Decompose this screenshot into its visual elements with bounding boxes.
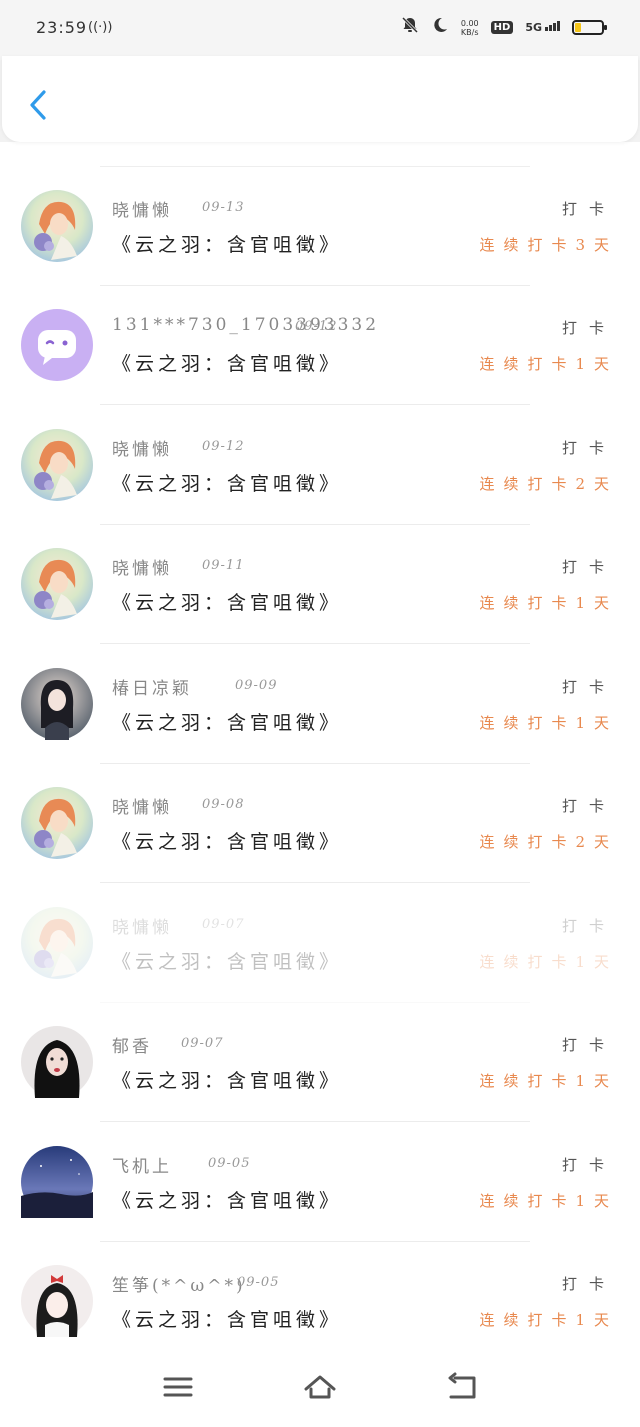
- streak-label: 连续打卡1天: [479, 1311, 618, 1329]
- book-title: 《云之羽：含官咀徵》: [112, 831, 343, 853]
- menu-button[interactable]: [161, 1372, 195, 1402]
- checkin-date: 09-11: [202, 558, 245, 573]
- book-title: 《云之羽：含官咀徵》: [112, 234, 343, 256]
- avatar[interactable]: [21, 309, 93, 381]
- speed-unit: KB/s: [460, 27, 479, 37]
- streak-label: 连续打卡1天: [479, 953, 618, 971]
- list-item[interactable]: 晓慵懒 09-13 《云之羽：含官咀徵》 打卡连续打卡3天: [0, 142, 640, 286]
- checkin-label: 打卡: [561, 319, 616, 337]
- chevron-left-icon: [30, 90, 46, 120]
- list-item[interactable]: 晓慵懒 09-08 《云之羽：含官咀徵》 打卡连续打卡2天: [0, 739, 640, 883]
- hotspot-icon: ((·)): [88, 20, 113, 35]
- bell-mute-icon: [401, 16, 419, 39]
- streak-label: 连续打卡2天: [479, 833, 618, 851]
- book-title: 《云之羽：含官咀徵》: [112, 353, 343, 375]
- list-item[interactable]: 晓慵懒 09-07 《云之羽：含官咀徵》 打卡连续打卡1天: [0, 859, 640, 1003]
- avatar[interactable]: [21, 668, 93, 740]
- list-item[interactable]: 椿日凉颖 09-09 《云之羽：含官咀徵》 打卡连续打卡1天: [0, 620, 640, 764]
- user-name: 131***730_1703393332: [112, 315, 380, 335]
- checkin-label: 打卡: [561, 1156, 616, 1174]
- checkin-label: 打卡: [561, 1036, 616, 1054]
- streak-label: 连续打卡1天: [479, 594, 618, 612]
- checkin-label: 打卡: [561, 1275, 616, 1293]
- back-button[interactable]: [24, 86, 54, 126]
- book-title: 《云之羽：含官咀徵》: [112, 951, 343, 973]
- status-icons: 0.00 KB/s HD 5G: [401, 16, 607, 39]
- top-bar: [2, 56, 638, 142]
- cellular-signal-icon: 5G: [525, 21, 560, 34]
- user-name: 郁香: [112, 1037, 152, 1057]
- checkin-date: 09-07: [181, 1036, 224, 1051]
- book-title: 《云之羽：含官咀徵》: [112, 473, 343, 495]
- checkin-date: 09-09: [235, 678, 278, 693]
- user-name: 晓慵懒: [112, 440, 172, 460]
- avatar[interactable]: [21, 548, 93, 620]
- avatar[interactable]: [21, 787, 93, 859]
- checkin-date: 09-05: [208, 1156, 251, 1171]
- user-name: 晓慵懒: [112, 798, 172, 818]
- streak-label: 连续打卡1天: [479, 1192, 618, 1210]
- checkin-date: 09-07: [202, 917, 245, 932]
- book-title: 《云之羽：含官咀徵》: [112, 1070, 343, 1092]
- streak-label: 连续打卡3天: [479, 236, 618, 254]
- battery-icon: [572, 20, 607, 35]
- streak-label: 连续打卡1天: [479, 714, 618, 732]
- system-nav-bar: [0, 1350, 640, 1427]
- checkin-label: 打卡: [561, 797, 616, 815]
- checkin-date: 09-12: [202, 439, 245, 454]
- checkin-label: 打卡: [561, 558, 616, 576]
- book-title: 《云之羽：含官咀徵》: [112, 592, 343, 614]
- user-name: 椿日凉颖: [112, 679, 192, 699]
- user-name: 晓慵懒: [112, 201, 172, 221]
- list-item[interactable]: 131***730_1703393332 09-12 《云之羽：含官咀徵》 打卡连续打…: [0, 261, 640, 405]
- checkin-date: 09-08: [202, 797, 245, 812]
- status-time: 23:59: [36, 18, 88, 37]
- checkin-date: 09-05: [237, 1275, 280, 1290]
- moon-icon: [431, 16, 449, 39]
- streak-label: 连续打卡2天: [479, 475, 618, 493]
- user-name: 晓慵懒: [112, 918, 172, 938]
- list-item[interactable]: 飞机上 09-05 《云之羽：含官咀徵》 打卡连续打卡1天: [0, 1098, 640, 1242]
- list-item[interactable]: 郁香 09-07 《云之羽：含官咀徵》 打卡连续打卡1天: [0, 978, 640, 1122]
- avatar[interactable]: [21, 429, 93, 501]
- user-name: 晓慵懒: [112, 559, 172, 579]
- status-bar: 23:59 ((·)) 0.00 KB/s HD 5G: [0, 0, 640, 60]
- avatar[interactable]: [21, 907, 93, 979]
- network-type: 5G: [525, 21, 542, 34]
- checkin-label: 打卡: [561, 439, 616, 457]
- book-title: 《云之羽：含官咀徵》: [112, 1309, 343, 1331]
- hd-badge: HD: [490, 21, 514, 34]
- checkin-date: 09-13: [202, 200, 245, 215]
- speed-value: 0.00: [460, 18, 479, 28]
- back-nav-button[interactable]: [445, 1372, 479, 1402]
- book-title: 《云之羽：含官咀徵》: [112, 712, 343, 734]
- home-button[interactable]: [303, 1372, 337, 1402]
- streak-label: 连续打卡1天: [479, 1072, 618, 1090]
- back-arrow-icon: [448, 1372, 476, 1399]
- checkin-list[interactable]: 晓慵懒 09-13 《云之羽：含官咀徵》 打卡 连续打卡3天 131***730_1703…: [0, 142, 640, 1350]
- list-item[interactable]: 笙筝(*^ω^*) 09-05 《云之羽：含官咀徵》 打卡连续打卡1天: [0, 1217, 640, 1337]
- menu-icon: [163, 1377, 193, 1397]
- network-speed: 0.00 KB/s: [461, 19, 479, 37]
- avatar[interactable]: [21, 1146, 93, 1218]
- home-icon: [304, 1375, 336, 1399]
- user-name: 飞机上: [112, 1157, 172, 1177]
- checkin-label: 打卡: [561, 917, 616, 935]
- avatar[interactable]: [21, 1265, 93, 1337]
- list-item[interactable]: 晓慵懒 09-11 《云之羽：含官咀徵》 打卡连续打卡1天: [0, 500, 640, 644]
- avatar[interactable]: [21, 1026, 93, 1098]
- checkin-label: 打卡: [561, 200, 616, 218]
- list-item[interactable]: 晓慵懒 09-12 《云之羽：含官咀徵》 打卡连续打卡2天: [0, 381, 640, 525]
- streak-label: 连续打卡1天: [479, 355, 618, 373]
- avatar[interactable]: [21, 190, 93, 262]
- checkin-label: 打卡: [561, 678, 616, 696]
- user-name: 笙筝(*^ω^*): [112, 1276, 246, 1296]
- checkin-date: 09-12: [295, 319, 338, 334]
- book-title: 《云之羽：含官咀徵》: [112, 1190, 343, 1212]
